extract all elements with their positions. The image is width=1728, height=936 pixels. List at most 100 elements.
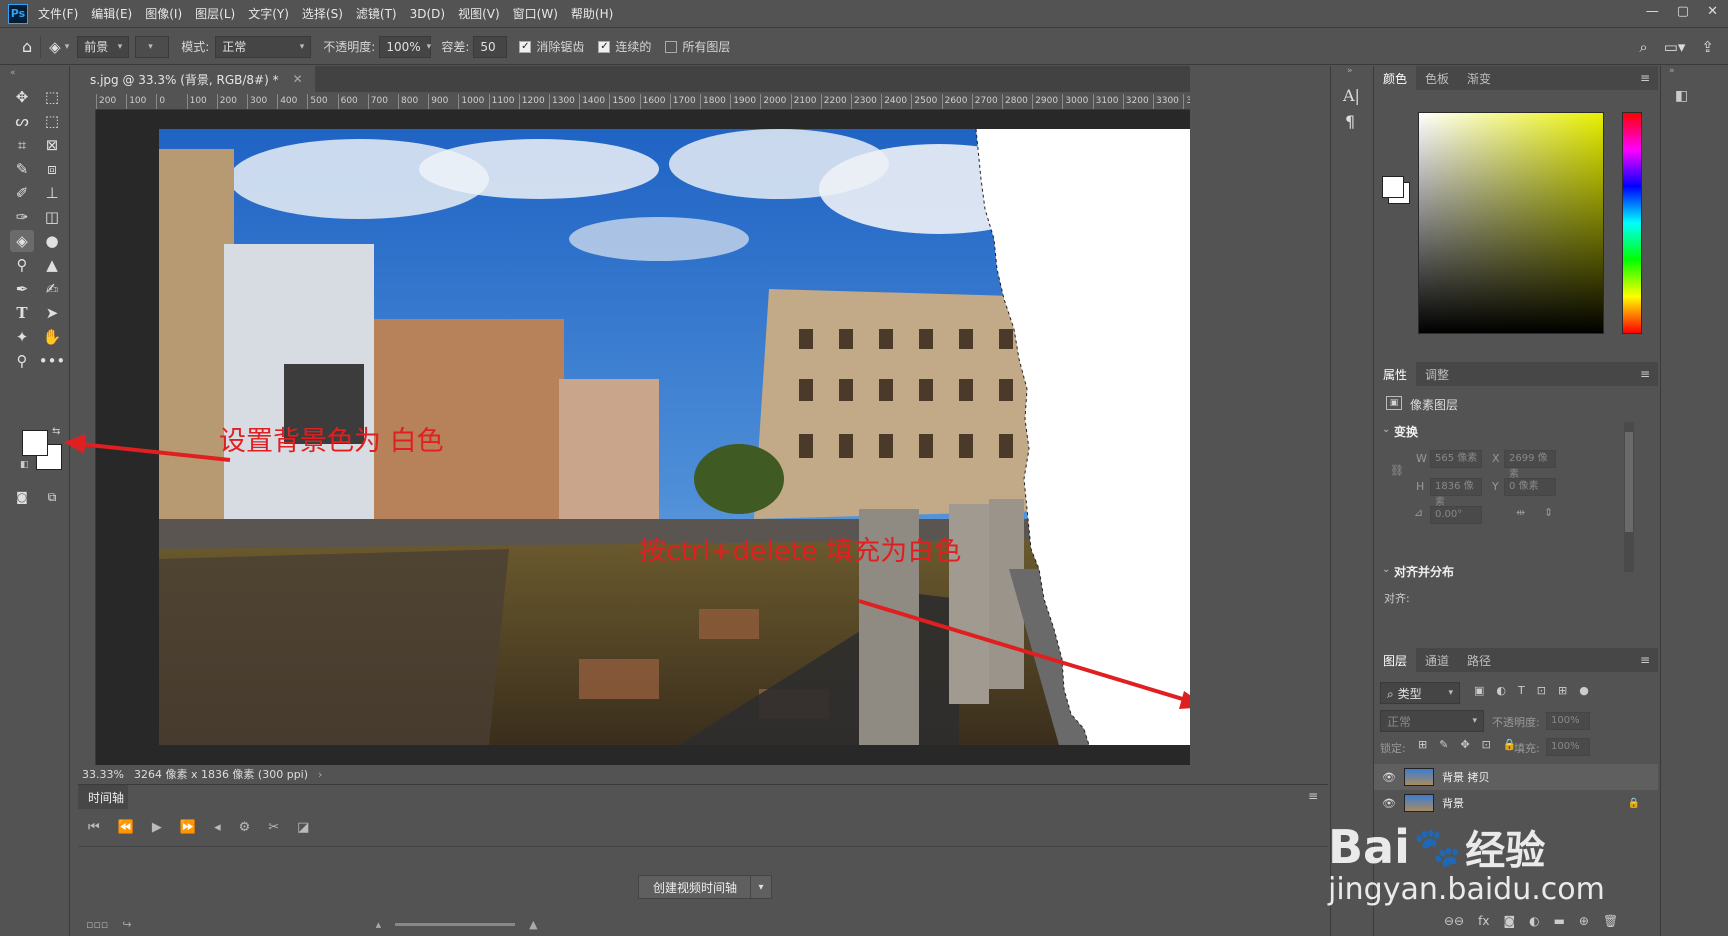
paint-bucket-tool-icon[interactable]: ◈ (10, 230, 34, 252)
canvas-area[interactable]: 设置背景色为 白色 按ctrl+delete 填充为白色 (96, 110, 1190, 765)
trash-icon[interactable]: 🗑 (1603, 914, 1618, 928)
filter-type-icon[interactable]: T (1518, 684, 1525, 697)
settings-icon[interactable]: ⚙ (239, 820, 251, 835)
pen-tool-icon[interactable]: ✒ (10, 278, 34, 300)
width-field[interactable]: 565 像素 (1430, 450, 1482, 468)
foreground-color-swatch[interactable] (22, 430, 48, 456)
paragraph-panel-icon[interactable]: ¶ (1345, 112, 1355, 131)
blend-mode-select[interactable]: 正常 ▾ (1380, 710, 1484, 732)
panel-menu-icon[interactable]: ≡ (1640, 71, 1650, 85)
crop-tool-icon[interactable]: ⌗ (10, 134, 34, 156)
paint-bucket-tool-preset-icon[interactable]: ◈ (49, 38, 61, 56)
lasso-tool-icon[interactable]: ᔕ (10, 110, 34, 132)
sharpen-tool-icon[interactable]: ▲ (40, 254, 64, 276)
maximize-icon[interactable]: ▢ (1677, 4, 1689, 19)
chevron-down-icon[interactable]: ▾ (65, 42, 70, 52)
more-tools-icon[interactable]: ••• (39, 350, 66, 372)
panel-menu-icon[interactable]: ≡ (1640, 653, 1650, 667)
object-select-tool-icon[interactable]: ⬚ (40, 110, 64, 132)
flip-horizontal-icon[interactable]: ⇹ (1516, 506, 1525, 519)
menu-edit[interactable]: 编辑(E) (91, 5, 132, 22)
tab-swatches[interactable]: 色板 (1416, 66, 1458, 90)
dodge-tool-icon[interactable]: ⚲ (10, 254, 34, 276)
color-panel-fg-swatch[interactable] (1382, 176, 1404, 198)
history-brush-tool-icon[interactable]: ✑ (10, 206, 34, 228)
tolerance-input[interactable]: 50 (473, 35, 508, 58)
close-icon[interactable]: ✕ (1707, 4, 1718, 19)
lock-transparent-icon[interactable]: ⊞ (1418, 738, 1427, 751)
fill-source-select[interactable]: 前景 ▾ (77, 35, 130, 58)
filter-pixel-icon[interactable]: ▣ (1474, 684, 1484, 697)
transition-icon[interactable]: ◪ (297, 820, 309, 835)
angle-field[interactable]: 0.00° (1430, 506, 1482, 524)
contiguous-checkbox[interactable]: ✓ 连续的 (598, 38, 651, 55)
render-icon[interactable]: ↪ (122, 918, 131, 931)
hue-slider[interactable] (1622, 112, 1642, 334)
home-icon[interactable]: ⌂ (22, 37, 32, 56)
tab-layers[interactable]: 图层 (1374, 648, 1417, 672)
mode-select[interactable]: 正常 ▾ (215, 35, 312, 58)
libraries-icon[interactable]: ◧ (1675, 88, 1688, 104)
tab-properties[interactable]: 属性 (1374, 362, 1417, 386)
chevron-down-icon[interactable]: ⌄ (1382, 564, 1390, 575)
create-video-timeline-button[interactable]: 创建视频时间轴 (638, 875, 753, 899)
new-layer-icon[interactable]: ⊕ (1579, 914, 1589, 928)
tab-adjustments[interactable]: 调整 (1416, 362, 1458, 386)
audio-icon[interactable]: ◂ (214, 820, 221, 835)
eye-icon[interactable]: 👁 (1382, 771, 1396, 784)
default-colors-icon[interactable]: ◧ (20, 460, 29, 470)
expand-icon[interactable]: » (1347, 66, 1353, 76)
brush-tool-icon[interactable]: ✐ (10, 182, 34, 204)
menu-filter[interactable]: 滤镜(T) (356, 5, 397, 22)
marquee-tool-icon[interactable]: ⬚ (40, 86, 64, 108)
filter-smart-icon[interactable]: ⊞ (1558, 684, 1567, 697)
filter-adjust-icon[interactable]: ◐ (1496, 684, 1506, 697)
antialias-checkbox[interactable]: ✓ 消除锯齿 (519, 38, 584, 55)
spot-heal-tool-icon[interactable]: ⧈ (40, 158, 64, 180)
zoom-slider[interactable] (395, 922, 516, 926)
menu-type[interactable]: 文字(Y) (248, 5, 289, 22)
type-tool-icon[interactable]: T (10, 302, 34, 324)
first-frame-icon[interactable]: ⏮ (88, 820, 100, 835)
chevron-down-icon[interactable]: ▾ (750, 875, 772, 899)
chevron-right-icon[interactable]: › (318, 768, 322, 781)
share-icon[interactable]: ⇪ (1701, 38, 1714, 56)
lock-pixels-icon[interactable]: ✎ (1439, 738, 1448, 751)
freeform-pen-tool-icon[interactable]: ✍ (40, 278, 64, 300)
color-field[interactable] (1418, 112, 1604, 334)
document-tab[interactable]: s.jpg @ 33.3% (背景, RGB/8#) * ✕ (78, 66, 315, 92)
shape-tool-icon[interactable]: ✦ (10, 326, 34, 348)
link-icon[interactable]: ⛓ (1390, 464, 1404, 477)
workspace-icon[interactable]: ▭▾ (1664, 38, 1686, 56)
tab-color[interactable]: 颜色 (1374, 66, 1417, 90)
minimize-icon[interactable]: — (1646, 4, 1659, 19)
menu-window[interactable]: 窗口(W) (513, 5, 558, 22)
filter-shape-icon[interactable]: ⊡ (1537, 684, 1546, 697)
lock-artboard-icon[interactable]: ⊡ (1482, 738, 1491, 751)
frame-icon[interactable]: ▫▫▫ (86, 918, 108, 931)
close-tab-icon[interactable]: ✕ (293, 72, 303, 86)
height-field[interactable]: 1836 像素 (1430, 478, 1482, 508)
zoom-out-icon[interactable]: ▴ (376, 918, 382, 931)
collapse-icon[interactable]: « (10, 68, 16, 78)
menu-image[interactable]: 图像(I) (145, 5, 182, 22)
opacity-input[interactable]: 100% ▾ (379, 35, 432, 58)
lock-position-icon[interactable]: ✥ (1460, 738, 1469, 751)
align-section-title[interactable]: 对齐并分布 (1394, 563, 1454, 580)
character-panel-icon[interactable]: A| (1343, 86, 1360, 105)
transform-section-title[interactable]: 变换 (1394, 423, 1418, 440)
pattern-picker[interactable]: ▾ (135, 35, 170, 58)
adjustment-layer-icon[interactable]: ◐ (1529, 914, 1539, 928)
timeline-tab[interactable]: 时间轴 (78, 785, 128, 809)
y-field[interactable]: 0 像素 (1504, 478, 1556, 496)
fill-field[interactable]: 100% (1546, 738, 1590, 756)
document-image[interactable]: 设置背景色为 白色 按ctrl+delete 填充为白色 (159, 129, 1190, 745)
layer-opacity-field[interactable]: 100% (1546, 712, 1590, 730)
x-field[interactable]: 2699 像素 (1504, 450, 1556, 480)
path-select-tool-icon[interactable]: ➤ (40, 302, 64, 324)
next-frame-icon[interactable]: ⏩ (180, 820, 196, 835)
layer-row[interactable]: 👁 背景 🔒 (1374, 790, 1658, 816)
zoom-level[interactable]: 33.33% (82, 768, 124, 781)
eyedropper-tool-icon[interactable]: ✎ (10, 158, 34, 180)
stamp-tool-icon[interactable]: ⊥ (40, 182, 64, 204)
